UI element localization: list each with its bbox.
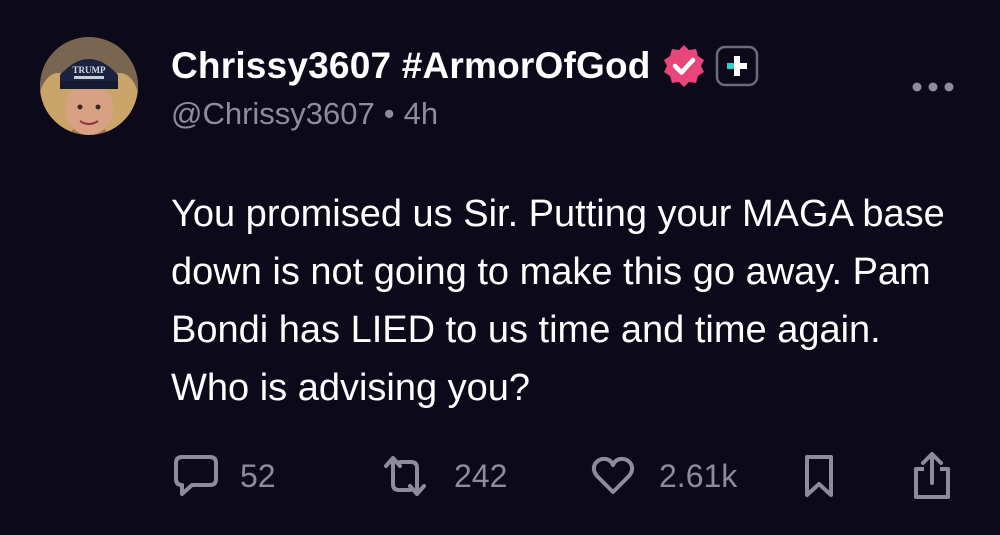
comment-icon (174, 455, 218, 496)
repost-button[interactable]: 242 (380, 448, 507, 504)
like-count: 2.61k (659, 457, 738, 494)
author-handle[interactable]: @Chrissy3607 (171, 96, 375, 132)
post-time[interactable]: 4h (404, 96, 438, 132)
post-card: TRUMP Chrissy3607 #ArmorOfGod @Chrissy36… (0, 0, 1000, 535)
plus-badge-icon[interactable] (715, 45, 759, 87)
more-options-button[interactable] (908, 72, 958, 102)
repost-icon (384, 456, 426, 496)
meta-separator: • (383, 96, 395, 131)
author-meta: @Chrissy3607 • 4h (171, 96, 438, 132)
avatar[interactable]: TRUMP (40, 37, 138, 135)
avatar-hat-text: TRUMP (73, 65, 106, 75)
bookmark-button[interactable] (802, 448, 836, 504)
bookmark-icon (805, 455, 833, 497)
reply-button[interactable]: 52 (172, 448, 276, 504)
share-button[interactable] (910, 448, 954, 504)
avatar-photo: TRUMP (40, 37, 138, 135)
heart-icon (591, 456, 635, 494)
post-text: You promised us Sir. Putting your MAGA b… (171, 193, 945, 409)
author-display-name[interactable]: Chrissy3607 #ArmorOfGod (171, 45, 651, 87)
share-icon (914, 452, 950, 499)
author-row: Chrissy3607 #ArmorOfGod (171, 44, 759, 88)
repost-count: 242 (454, 457, 508, 494)
action-bar: 52 242 2.61k (0, 448, 1000, 504)
more-dots-icon (912, 82, 954, 92)
reply-count: 52 (240, 457, 276, 494)
like-button[interactable]: 2.61k (591, 448, 737, 504)
verified-badge-icon (661, 43, 707, 89)
